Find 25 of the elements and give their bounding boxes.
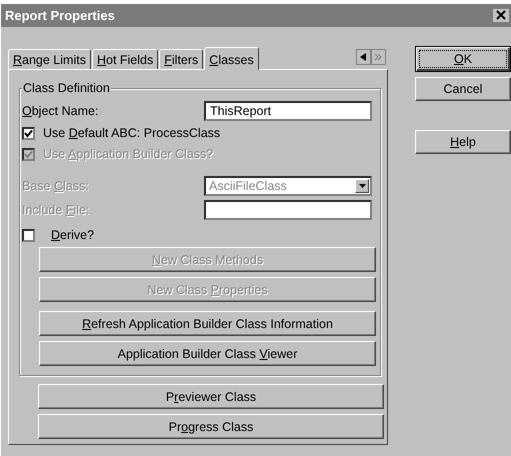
close-icon[interactable]	[493, 9, 509, 22]
checkbox-label: Use Default ABC: ProcessClass	[43, 126, 220, 140]
tab[interactable]: Hot Fields	[92, 49, 158, 69]
tab[interactable]: Range Limits	[8, 49, 91, 69]
checkbox[interactable]	[22, 228, 35, 242]
action-button[interactable]: Progress Class	[38, 414, 384, 439]
tab-scroll-arrows-icon[interactable]	[356, 49, 386, 65]
field-label: Object Name:	[22, 104, 100, 118]
tab[interactable]: Classes	[204, 47, 259, 70]
dialog-button[interactable]: Cancel	[415, 77, 511, 101]
tab[interactable]: Filters	[159, 49, 204, 69]
checkbox[interactable]	[22, 126, 35, 140]
action-button[interactable]: Refresh Application Builder Class Information	[39, 311, 376, 336]
field-label: Include File:	[22, 203, 90, 217]
checkbox-label: Use Application Builder Class?	[43, 147, 214, 161]
action-button[interactable]: Application Builder Class Viewer	[39, 341, 376, 366]
action-button[interactable]: Previewer Class	[38, 384, 384, 409]
include-file-field[interactable]	[204, 200, 372, 220]
window-title: Report Properties	[5, 8, 116, 23]
dropdown-arrow-icon[interactable]	[358, 184, 366, 188]
object-name-field[interactable]: ThisReport	[204, 101, 372, 121]
field-label: Base Class:	[22, 179, 90, 193]
checkbox-label: Derive?	[51, 228, 94, 242]
dialog-button[interactable]: OK	[415, 46, 511, 72]
dialog-button[interactable]: Help	[415, 130, 511, 154]
